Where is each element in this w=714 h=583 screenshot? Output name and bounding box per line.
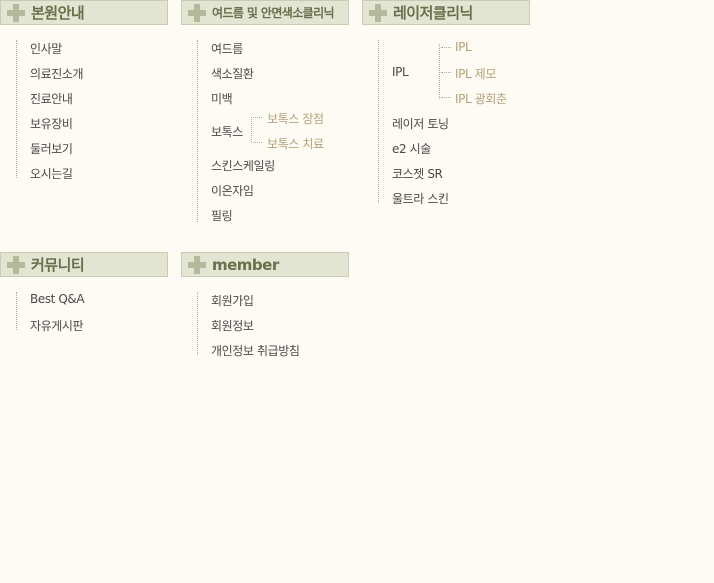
plus-icon — [187, 255, 207, 275]
sub-tree-dash — [441, 72, 451, 73]
menu-item-privacy[interactable]: 개인정보 취급방침 — [211, 342, 300, 359]
sub-tree-line — [439, 44, 440, 99]
sub-tree-dash — [253, 142, 262, 143]
section-title: 레이저클리닉 — [393, 4, 473, 22]
menu-item-board[interactable]: 자유게시판 — [30, 317, 84, 334]
tree-line — [378, 40, 379, 203]
sub-item-botox-treatment[interactable]: 보톡스 치료 — [267, 135, 324, 152]
plus-icon — [368, 3, 388, 23]
menu-item-signup[interactable]: 회원가입 — [211, 292, 254, 309]
tree-line — [16, 40, 17, 178]
tree-line — [197, 40, 198, 222]
tree-line — [16, 292, 17, 330]
menu-item-botox[interactable]: 보톡스 — [211, 123, 243, 140]
menu-item-ionzyme[interactable]: 이온자임 — [211, 182, 254, 199]
menu-item-best-qa[interactable]: Best Q&A — [30, 292, 85, 306]
section-header-member[interactable]: member — [181, 252, 349, 277]
sub-item-ipl[interactable]: IPL — [455, 40, 472, 54]
plus-icon — [187, 3, 207, 23]
section-header-intro[interactable]: 본원안내 — [0, 0, 168, 25]
menu-item-member-info[interactable]: 회원정보 — [211, 317, 254, 334]
menu-item-laser-toning[interactable]: 레이저 토닝 — [392, 115, 449, 132]
sub-tree-dash — [253, 117, 262, 118]
section-title: member — [212, 255, 279, 274]
menu-item-ipl[interactable]: IPL — [392, 65, 409, 79]
sub-tree-line — [251, 117, 252, 142]
menu-item-pigment[interactable]: 색소질환 — [211, 65, 254, 82]
menu-item-peeling[interactable]: 필링 — [211, 207, 233, 224]
section-title: 본원안내 — [31, 4, 85, 22]
menu-item-info[interactable]: 진료안내 — [30, 90, 73, 107]
menu-item-ultra-skin[interactable]: 울트라 스킨 — [392, 190, 449, 207]
menu-item-directions[interactable]: 오시는길 — [30, 165, 73, 182]
plus-icon — [6, 3, 26, 23]
menu-item-e2[interactable]: e2 시술 — [392, 140, 431, 157]
plus-icon — [6, 255, 26, 275]
sub-tree-dash — [441, 47, 451, 48]
section-header-community[interactable]: 커뮤니티 — [0, 252, 168, 277]
menu-item-tour[interactable]: 둘러보기 — [30, 140, 73, 157]
menu-item-cosjet[interactable]: 코스젯 SR — [392, 165, 443, 182]
section-title: 커뮤니티 — [31, 256, 85, 274]
sub-item-ipl-hair-removal[interactable]: IPL 제모 — [455, 65, 496, 82]
menu-item-scaling[interactable]: 스킨스케일링 — [211, 157, 275, 174]
sub-item-ipl-rejuvenation[interactable]: IPL 광회춘 — [455, 90, 507, 107]
section-title: 여드름 및 안면색소클리닉 — [212, 6, 335, 20]
sub-tree-dash — [441, 97, 451, 98]
menu-item-acne[interactable]: 여드름 — [211, 40, 243, 57]
section-header-laser[interactable]: 레이저클리닉 — [362, 0, 530, 25]
menu-item-equipment[interactable]: 보유장비 — [30, 115, 73, 132]
tree-line — [197, 292, 198, 355]
section-header-acne[interactable]: 여드름 및 안면색소클리닉 — [181, 0, 349, 25]
menu-item-greeting[interactable]: 인사말 — [30, 40, 62, 57]
menu-item-whitening[interactable]: 미백 — [211, 90, 233, 107]
sub-item-botox-benefits[interactable]: 보톡스 장점 — [267, 110, 324, 127]
menu-item-doctors[interactable]: 의료진소개 — [30, 65, 84, 82]
